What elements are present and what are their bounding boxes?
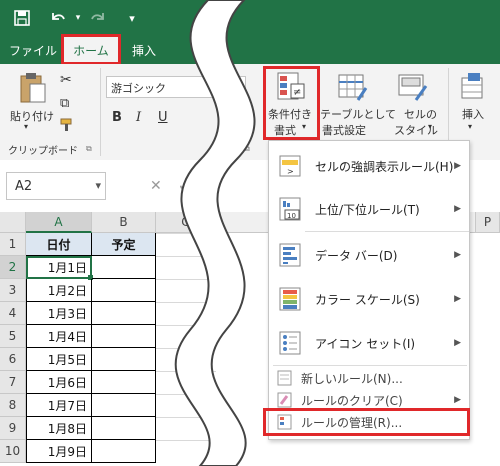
color-scales-label: カラー スケール(S)	[315, 292, 420, 307]
submenu-arrow-icon: ▶	[454, 161, 461, 171]
icon-sets-label: アイコン セット(I)	[315, 336, 416, 351]
top-bottom-rules-icon: 10	[279, 197, 301, 221]
submenu-arrow-icon: ▶	[454, 395, 461, 405]
submenu-arrow-icon: ▶	[454, 250, 461, 260]
menu-item-icon-sets[interactable]: アイコン セット(I) ▶	[269, 323, 469, 363]
menu-item-new-rule[interactable]: 新しいルール(N)...	[269, 367, 469, 389]
clear-rules-label: ルールのクリア(C)	[301, 393, 403, 408]
menu-item-top-bottom-rules[interactable]: 10 上位/下位ルール(T) ▶	[269, 189, 469, 229]
menu-item-color-scales[interactable]: カラー スケール(S) ▶	[269, 279, 469, 319]
highlight-rules-icon: >	[279, 155, 301, 177]
svg-text:>: >	[287, 167, 294, 176]
submenu-arrow-icon: ▶	[454, 204, 461, 214]
menu-separator	[305, 231, 469, 232]
svg-text:10: 10	[287, 212, 296, 220]
new-rule-label: 新しいルール(N)...	[301, 371, 403, 386]
icon-sets-icon	[279, 331, 301, 355]
top-bottom-rules-label: 上位/下位ルール(T)	[315, 202, 420, 217]
submenu-arrow-icon: ▶	[454, 338, 461, 348]
color-scales-icon	[279, 287, 301, 311]
manage-rules-highlight	[263, 408, 470, 436]
menu-item-data-bars[interactable]: データ バー(D) ▶	[269, 235, 469, 275]
highlight-rules-label: セルの強調表示ルール(H)	[315, 159, 454, 174]
new-rule-icon	[277, 370, 292, 386]
data-bars-icon	[279, 243, 301, 267]
submenu-arrow-icon: ▶	[454, 294, 461, 304]
menu-item-highlight-rules[interactable]: > セルの強調表示ルール(H) ▶	[269, 147, 469, 185]
menu-separator	[273, 365, 467, 366]
conditional-formatting-menu: > セルの強調表示ルール(H) ▶ 10 上位/下位ルール(T) ▶ データ バ…	[268, 140, 470, 440]
clear-rules-icon	[277, 392, 292, 408]
data-bars-label: データ バー(D)	[315, 248, 398, 263]
